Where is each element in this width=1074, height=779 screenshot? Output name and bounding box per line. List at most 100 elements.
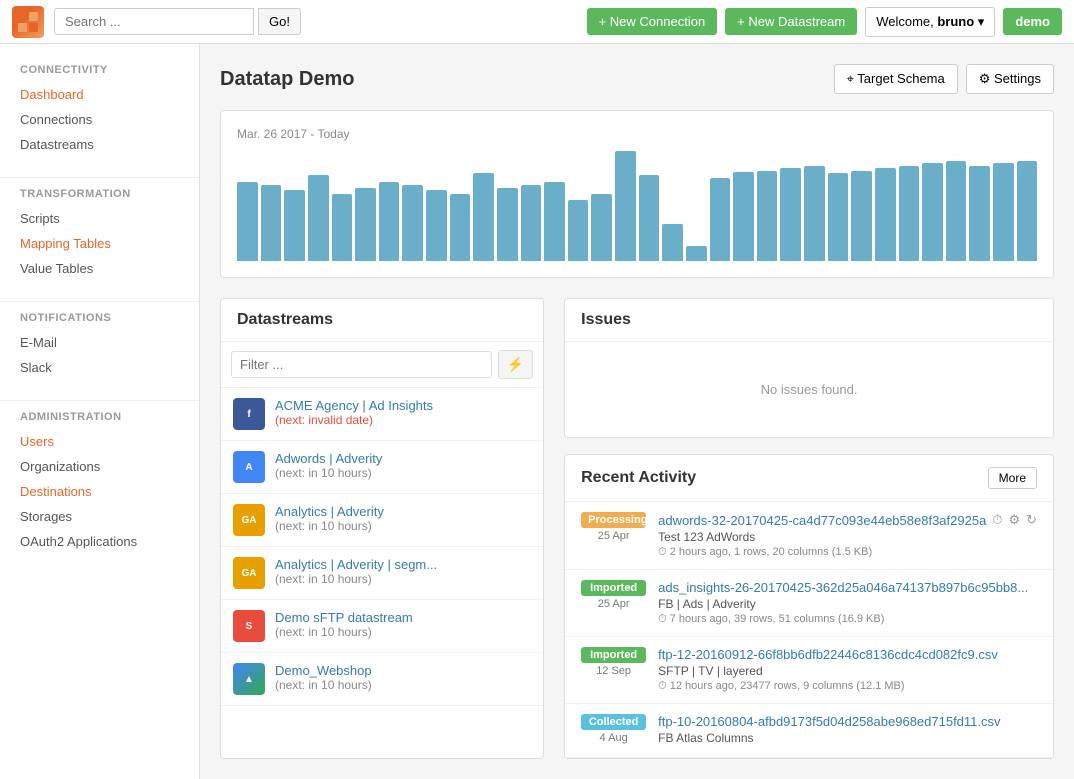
datastream-name[interactable]: Analytics | Adverity <box>275 504 384 519</box>
chart-bar <box>828 173 849 261</box>
datastream-name[interactable]: Demo sFTP datastream <box>275 610 413 625</box>
chart-bar <box>780 168 801 261</box>
chart-bar <box>946 161 967 261</box>
issues-panel-header: Issues <box>565 299 1053 342</box>
datastream-name[interactable]: ACME Agency | Ad Insights <box>275 398 433 413</box>
chart-date-range: Mar. 26 2017 - Today <box>237 127 1037 141</box>
activity-stream-link[interactable]: adwords-32-20170425-ca4d77c093e44eb58e8f… <box>658 513 986 528</box>
user-menu-button[interactable]: Welcome, bruno ▾ <box>865 7 995 37</box>
refresh-icon[interactable]: ↻ <box>1026 512 1037 528</box>
filter-icon-button[interactable]: ⚡ <box>498 350 533 379</box>
page-header: Datatap Demo ⌖ Target Schema ⚙ Settings <box>220 64 1054 94</box>
activity-subtitle: SFTP | TV | layered <box>658 664 1037 678</box>
sidebar-item-mapping-tables[interactable]: Mapping Tables <box>0 231 199 256</box>
activity-subtitle: Test 123 AdWords <box>658 530 1037 544</box>
datastream-info: Demo sFTP datastream (next: in 10 hours) <box>275 610 413 639</box>
sidebar-item-dashboard[interactable]: Dashboard <box>0 82 199 107</box>
activity-date: 4 Aug <box>600 732 628 744</box>
chart-bar <box>662 224 683 261</box>
sidebar-item-oauth2[interactable]: OAuth2 Applications <box>0 529 199 554</box>
chart-bar <box>473 173 494 261</box>
sidebar-item-destinations[interactable]: Destinations <box>0 479 199 504</box>
datastreams-list: f ACME Agency | Ad Insights (next: inval… <box>221 388 543 706</box>
welcome-label: Welcome, <box>876 14 937 29</box>
connectivity-section-title: CONNECTIVITY <box>0 64 199 76</box>
search-go-button[interactable]: Go! <box>258 8 301 35</box>
activity-date: 25 Apr <box>598 598 630 610</box>
target-schema-button[interactable]: ⌖ Target Schema <box>834 64 958 94</box>
status-badge: Imported <box>581 647 646 663</box>
datastream-icon: ▲ <box>233 663 265 695</box>
activity-stream-name[interactable]: ftp-12-20160912-66f8bb6dfb22446c8136cdc4… <box>658 647 1037 662</box>
chart-bar <box>591 194 612 261</box>
chart-card: Mar. 26 2017 - Today <box>220 110 1054 278</box>
new-datastream-button[interactable]: + New Datastream <box>725 8 857 35</box>
datastream-next: (next: in 10 hours) <box>275 572 437 586</box>
sidebar-item-storages[interactable]: Storages <box>0 504 199 529</box>
chart-bar <box>922 163 943 261</box>
datastream-info: Adwords | Adverity (next: in 10 hours) <box>275 451 382 480</box>
activity-meta: ⏱ 7 hours ago, 39 rows, 51 columns (16.9… <box>658 613 1037 626</box>
sidebar-item-email[interactable]: E-Mail <box>0 330 199 355</box>
chart-bar <box>804 166 825 261</box>
sidebar-item-value-tables[interactable]: Value Tables <box>0 256 199 281</box>
chart-bar <box>733 172 754 261</box>
sidebar-item-organizations[interactable]: Organizations <box>0 454 199 479</box>
datastream-next: (next: in 10 hours) <box>275 466 382 480</box>
activity-status-block: Processing 25 Apr <box>581 512 646 542</box>
activity-stream-name[interactable]: ads_insights-26-20170425-362d25a046a7413… <box>658 580 1037 595</box>
activity-stream-name[interactable]: ftp-10-20160804-afbd9173f5d04d258abe968e… <box>658 714 1037 729</box>
activity-stream-link[interactable]: ads_insights-26-20170425-362d25a046a7413… <box>658 580 1028 595</box>
datastream-icon: f <box>233 398 265 430</box>
activity-content: ads_insights-26-20170425-362d25a046a7413… <box>658 580 1037 626</box>
sidebar-item-connections[interactable]: Connections <box>0 107 199 132</box>
activity-stream-link[interactable]: ftp-12-20160912-66f8bb6dfb22446c8136cdc4… <box>658 647 998 662</box>
sidebar-item-scripts[interactable]: Scripts <box>0 206 199 231</box>
datastream-info: ACME Agency | Ad Insights (next: invalid… <box>275 398 433 427</box>
username-label: bruno <box>937 14 974 29</box>
status-badge: Imported <box>581 580 646 596</box>
activity-title: Recent Activity <box>581 469 988 487</box>
datastream-name[interactable]: Analytics | Adverity | segm... <box>275 557 437 572</box>
transformation-section-title: TRANSFORMATION <box>0 188 199 200</box>
new-connection-button[interactable]: + New Connection <box>587 8 718 35</box>
activity-stream-link[interactable]: ftp-10-20160804-afbd9173f5d04d258abe968e… <box>658 714 1000 729</box>
datastream-next: (next: in 10 hours) <box>275 519 384 533</box>
datastream-info: Analytics | Adverity | segm... (next: in… <box>275 557 437 586</box>
search-input[interactable] <box>54 8 254 35</box>
chart-bar <box>308 175 329 261</box>
connectivity-section: CONNECTIVITY Dashboard Connections Datas… <box>0 64 199 157</box>
sidebar-item-users[interactable]: Users <box>0 429 199 454</box>
datastreams-filter-input[interactable] <box>231 351 492 378</box>
chart-bar <box>969 166 990 261</box>
datastreams-panel: Datastreams ⚡ f ACME Agency | Ad Insight… <box>220 298 544 759</box>
chart-bar <box>875 168 896 261</box>
chart-bar <box>450 194 471 261</box>
datastream-name[interactable]: Demo_Webshop <box>275 663 372 678</box>
bottom-grid: Datastreams ⚡ f ACME Agency | Ad Insight… <box>220 298 1054 759</box>
activity-status-block: Imported 12 Sep <box>581 647 646 677</box>
chart-bar <box>544 182 565 261</box>
status-badge: Processing <box>581 512 646 528</box>
gear-icon[interactable]: ⚙ <box>1008 512 1020 528</box>
notifications-section: NOTIFICATIONS E-Mail Slack <box>0 312 199 380</box>
datastream-list-item: GA Analytics | Adverity | segm... (next:… <box>221 547 543 600</box>
datastream-next: (next: invalid date) <box>275 413 433 427</box>
sidebar-item-slack[interactable]: Slack <box>0 355 199 380</box>
sidebar-item-datastreams[interactable]: Datastreams <box>0 132 199 157</box>
datastream-name[interactable]: Adwords | Adverity <box>275 451 382 466</box>
activity-list: Processing 25 Apr adwords-32-20170425-ca… <box>565 502 1053 758</box>
activity-header: Recent Activity More <box>565 455 1053 502</box>
activity-stream-name[interactable]: adwords-32-20170425-ca4d77c093e44eb58e8f… <box>658 512 1037 528</box>
chart-bar <box>615 151 636 261</box>
page-title: Datatap Demo <box>220 68 834 91</box>
chart-bar <box>710 178 731 261</box>
administration-section: ADMINISTRATION Users Organizations Desti… <box>0 411 199 554</box>
filter-row: ⚡ <box>221 342 543 388</box>
chart-bar <box>757 171 778 261</box>
activity-panel: Recent Activity More Processing 25 Apr a… <box>564 454 1054 759</box>
main-content: Datatap Demo ⌖ Target Schema ⚙ Settings … <box>200 44 1074 779</box>
settings-button[interactable]: ⚙ Settings <box>966 64 1054 94</box>
search-bar: Go! <box>54 8 301 35</box>
activity-more-button[interactable]: More <box>988 467 1037 489</box>
